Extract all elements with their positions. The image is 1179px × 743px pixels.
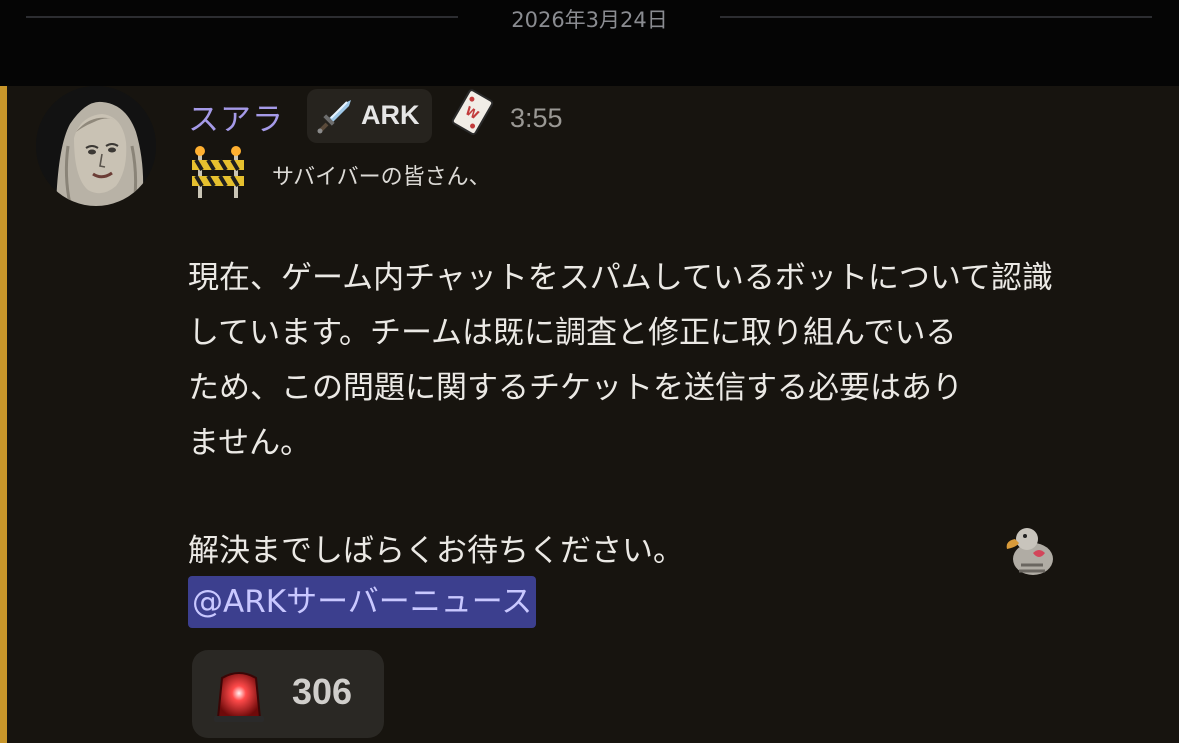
role-mention[interactable]: @ARKサーバーニュース [188,576,537,628]
server-tag[interactable]: ARK [307,89,432,143]
message-body-line: しています。チームは既に調査と修正に取り組んでいる [188,315,957,351]
avatar[interactable] [36,86,156,206]
message-timestamp: 3:55 [510,103,563,133]
dodo-hug-icon [1006,528,1053,575]
divider-line-right [720,16,1152,18]
author-username[interactable]: スアラ [188,94,284,139]
divider-line-left [26,16,458,18]
mention-highlight-bar [0,86,7,743]
message-greeting: サバイバーの皆さん、 [272,165,491,190]
construction-barrier-icon [192,146,244,198]
reaction-button[interactable]: 306 [192,650,384,738]
sword-icon [317,100,351,134]
date-divider-label: 2026年3月24日 [511,8,668,32]
message-body-line: 現在、ゲーム内チャットをスパムしているボットについて認識 [188,260,1053,296]
chat-message: スアラ ARK W 3:55 サバイバーの皆さん、 現在、ゲーム内チャットをスパ… [0,86,1179,743]
server-tag-label: ARK [361,100,420,130]
message-body-line: ません。 [188,425,312,461]
message-body-line: ため、この問題に関するチケットを送信する必要はあり [188,370,963,406]
message-closing: 解決までしばらくお待ちください。 [188,533,684,569]
red-siren-icon [214,672,264,722]
playing-card-icon: W [451,89,494,135]
reaction-count: 306 [292,671,353,712]
date-divider: 2026年3月24日 [0,0,1179,86]
